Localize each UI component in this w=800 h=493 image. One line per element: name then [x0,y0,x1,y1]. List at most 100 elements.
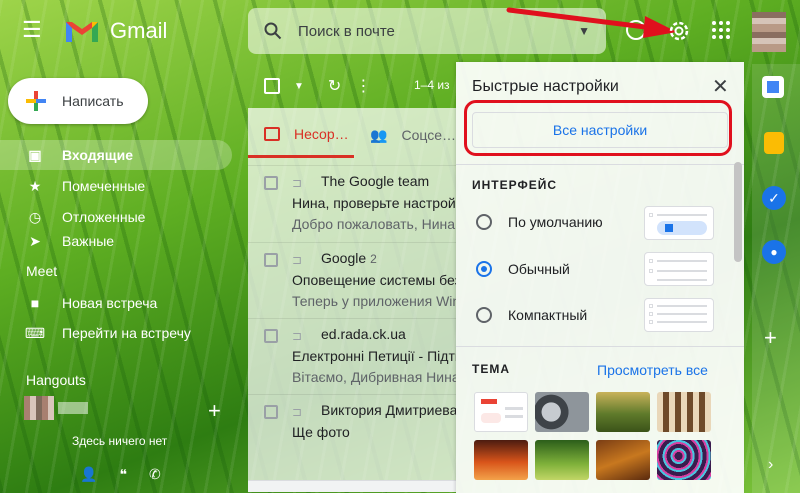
theme-forest[interactable] [596,392,650,432]
close-icon[interactable]: ✕ [712,74,729,99]
row-checkbox[interactable] [264,405,278,419]
density-default-preview[interactable] [644,206,714,240]
email-sender: ed.rada.ck.ua [321,326,406,342]
label-important-icon: ➤ [29,233,41,249]
compose-button[interactable]: Написать [8,78,148,124]
inbox-icon: ▣ [28,146,42,163]
plus-icon [26,91,46,111]
email-subject: Ще фото [292,424,350,440]
select-caret-icon[interactable]: ▼ [294,81,304,92]
theme-autumn[interactable] [596,440,650,480]
category-tabs: Несор… 👥 Соцсе… [248,112,456,158]
density-compact-radio[interactable] [476,307,492,323]
apps-grid-icon[interactable] [711,20,731,40]
gmail-m-icon [66,22,98,42]
important-marker-icon[interactable]: ⊐ [292,253,308,267]
hangouts-footer: 👤 ❝ ✆ [80,466,161,483]
theme-canyon[interactable] [474,440,528,480]
theme-bubbles[interactable] [535,392,589,432]
more-vert-icon[interactable]: ⋮ [355,76,371,96]
account-avatar[interactable] [752,12,786,52]
view-all-themes-link[interactable]: Просмотреть все [597,362,708,378]
hangouts-avatar[interactable] [24,396,54,420]
sidebar-item-inbox[interactable]: ▣ Входящие [0,140,232,170]
people-icon: 👥 [370,126,388,143]
gmail-logo[interactable]: Gmail [64,16,167,46]
email-subject: Електронні Петиції - Підтвердження [292,348,456,364]
density-comfortable-label[interactable]: Обычный [508,261,570,277]
sidebar-item-label: Новая встреча [62,295,158,311]
table-row[interactable]: ⊐ ed.rada.ck.ua Електронні Петиції - Під… [248,318,456,392]
contacts-icon[interactable]: ● [762,240,786,264]
logo-text: Gmail [110,18,168,43]
sidebar-item-starred[interactable]: ★ Помеченные [0,171,232,201]
sidebar-item-label: Входящие [62,147,133,163]
hangouts-username[interactable] [58,402,88,414]
sidebar-item-important[interactable]: ➤ Важные [0,233,232,249]
sidebar-item-new-meeting[interactable]: ■ Новая встреча [0,288,232,318]
inbox-icon [264,126,280,141]
row-checkbox[interactable] [264,253,278,267]
density-comfortable-radio[interactable] [476,261,492,277]
person-icon[interactable]: 👤 [80,466,97,483]
important-marker-icon[interactable]: ⊐ [292,176,308,190]
clock-icon: ◷ [28,208,42,225]
sidebar-item-snoozed[interactable]: ◷ Отложенные [0,202,232,232]
compose-label: Написать [62,93,124,109]
calendar-icon[interactable] [762,76,784,98]
email-sender: The Google team [321,173,430,189]
quick-settings-title: Быстрые настройки [472,78,619,95]
tab-social[interactable]: 👥 Соцсе… [354,112,456,158]
theme-chess[interactable] [657,392,711,432]
tab-primary[interactable]: Несор… [248,112,355,158]
quick-settings-scrollbar[interactable] [734,162,742,262]
table-row[interactable]: ⊐ Виктория Дмитриева Ще фото [248,394,457,454]
theme-section-title: ТЕМА [472,362,510,376]
row-checkbox[interactable] [264,329,278,343]
theme-lights[interactable] [657,440,711,480]
sidebar-item-label: Важные [62,233,115,249]
email-snippet: Теперь у приложения Windows [292,293,456,309]
density-default-radio[interactable] [476,214,492,230]
hangouts-icon[interactable]: ❝ [119,466,127,483]
search-icon[interactable] [264,22,282,40]
chevron-right-icon[interactable]: › [768,456,773,474]
tasks-icon[interactable]: ✓ [762,186,786,210]
meet-section-title: Meet [26,263,58,279]
theme-default[interactable] [474,392,528,432]
select-all-checkbox[interactable] [264,78,280,94]
sidebar-item-label: Помеченные [62,178,146,194]
sidebar-item-label: Отложенные [62,209,146,225]
density-comfortable-preview[interactable] [644,252,714,286]
refresh-icon[interactable]: ↻ [328,76,341,96]
get-addons-button[interactable]: + [764,325,777,351]
important-marker-icon[interactable]: ⊐ [292,405,308,419]
side-panel-rail [752,64,800,493]
add-hangout-button[interactable]: + [208,398,221,424]
main-menu-button[interactable]: ☰ [22,19,44,41]
table-row[interactable]: ⊐ Google2 Оповещение системы безопасност… [248,242,456,316]
table-row[interactable]: ⊐ The Google team Нина, проверьте настро… [248,165,456,239]
email-sender: Виктория Дмитриева [321,402,458,418]
keep-icon[interactable] [764,132,784,154]
email-snippet: Добро пожаловать, Нина [292,216,456,232]
list-toolbar: ▼ ↻ ⋮ [264,76,371,96]
sidebar-item-label: Перейти на встречу [62,325,191,341]
phone-icon[interactable]: ✆ [149,466,161,483]
email-subject: Оповещение системы безопасности [292,272,456,288]
email-snippet: Вітаємо, Дибривная Нина [292,369,456,385]
divider [456,346,744,347]
density-default-label[interactable]: По умолчанию [508,214,603,230]
important-marker-icon[interactable]: ⊐ [292,329,308,343]
video-icon: ■ [30,295,40,311]
hangouts-empty-text: Здесь ничего нет [72,434,168,448]
settings-gear-icon[interactable] [667,19,691,43]
star-icon: ★ [28,177,42,194]
row-checkbox[interactable] [264,176,278,190]
density-compact-preview[interactable] [644,298,714,332]
sidebar-item-join-meeting[interactable]: ⌨ Перейти на встречу [0,318,232,348]
email-sender: Google 2 [321,250,377,266]
theme-leaf[interactable] [535,440,589,480]
horizontal-scrollbar[interactable] [248,480,456,492]
density-compact-label[interactable]: Компактный [508,307,587,323]
